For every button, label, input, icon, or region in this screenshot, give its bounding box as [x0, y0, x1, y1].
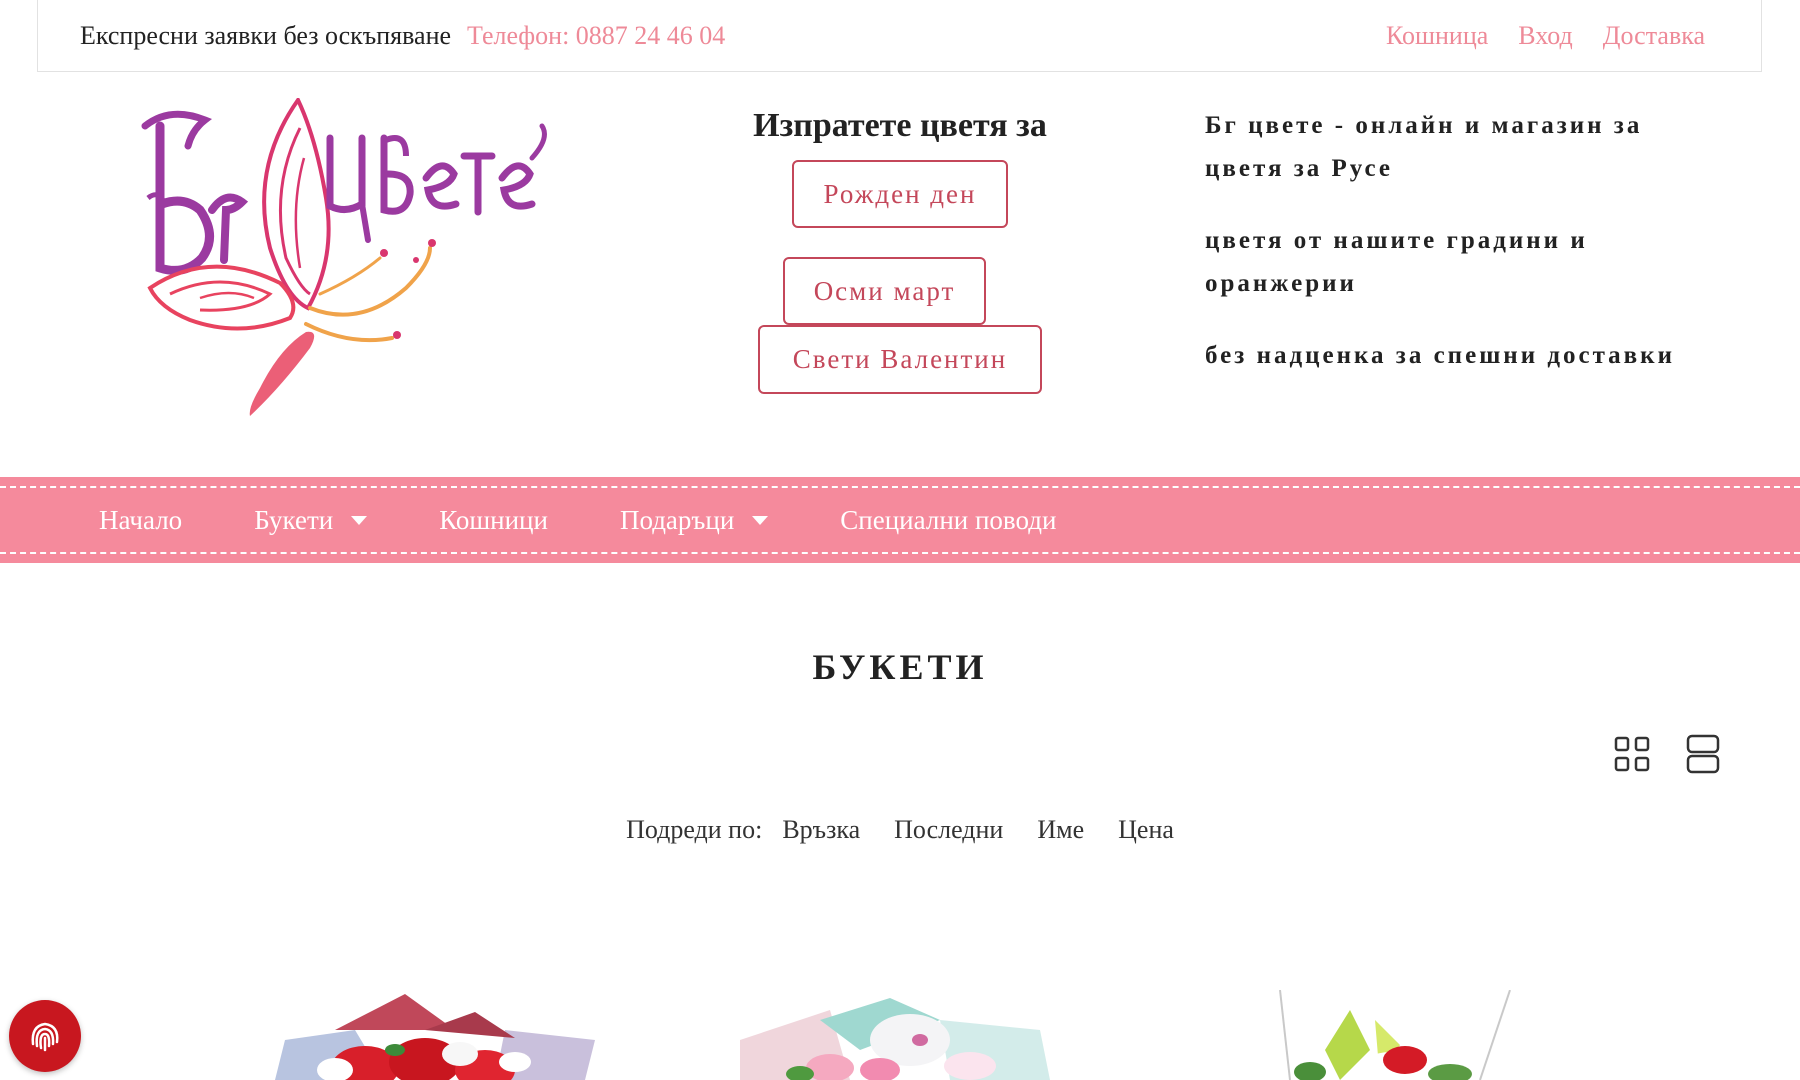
fingerprint-icon[interactable] — [9, 1000, 81, 1072]
nav-bouquets[interactable]: Букети — [254, 504, 368, 536]
top-bar: Експресни заявки без оскъпяване Телефон:… — [37, 0, 1762, 72]
nav-special-label: Специални поводи — [840, 504, 1057, 535]
login-link[interactable]: Вход — [1518, 21, 1573, 51]
nav-special[interactable]: Специални поводи — [840, 505, 1056, 536]
list-view-icon[interactable] — [1686, 734, 1720, 774]
product-image[interactable] — [1150, 990, 1590, 1080]
phone-number[interactable]: Телефон: 0887 24 46 04 — [467, 21, 725, 51]
valentine-button[interactable]: Свети Валентин — [758, 325, 1042, 394]
occasions-title: Изпратете цветя за — [753, 107, 1047, 144]
chevron-down-icon — [752, 515, 769, 525]
nav-baskets-label: Кошници — [439, 504, 548, 535]
product-image[interactable] — [740, 990, 1060, 1080]
main-nav: Начало Букети Кошници Подаръци Специални… — [0, 477, 1800, 563]
cart-link[interactable]: Кошница — [1386, 21, 1488, 51]
nav-gifts-label: Подаръци — [619, 504, 735, 535]
promo-line: Бг цвете - онлайн и магазин за цветя за … — [1205, 112, 1643, 182]
product-image[interactable] — [275, 990, 595, 1080]
sort-label: Подреди по: — [626, 815, 763, 844]
nav-bouquets-label: Букети — [254, 504, 334, 535]
sort-relation[interactable]: Връзка — [782, 815, 860, 845]
birthday-button[interactable]: Рожден ден — [792, 160, 1008, 228]
top-bar-left: Експресни заявки без оскъпяване Телефон:… — [80, 21, 725, 51]
promo-text: Бг цвете - онлайн и магазин за цветя за … — [1205, 104, 1705, 406]
march8-button[interactable]: Осми март — [783, 257, 986, 325]
nav-home[interactable]: Начало — [99, 505, 182, 536]
nav-gifts[interactable]: Подаръци — [619, 504, 769, 536]
promo-line: без надценка за спешни доставки — [1205, 342, 1675, 369]
delivery-link[interactable]: Доставка — [1603, 21, 1705, 51]
nav-baskets[interactable]: Кошници — [439, 505, 548, 536]
logo-graphic — [141, 96, 547, 416]
grid-view-icon[interactable] — [1614, 736, 1650, 772]
promo-line: цветя от нашите градини и оранжерии — [1205, 227, 1588, 297]
tagline: Експресни заявки без оскъпяване — [80, 20, 452, 50]
top-links: Кошница Вход Доставка — [1386, 21, 1705, 51]
site-logo[interactable] — [130, 96, 560, 423]
sort-name[interactable]: Име — [1037, 815, 1084, 845]
nav-home-label: Начало — [99, 504, 183, 535]
sort-latest[interactable]: Последни — [894, 815, 1003, 845]
nav-items: Начало Букети Кошници Подаръци Специални… — [99, 477, 1056, 563]
sort-bar: Подреди по: Връзка Последни Име Цена — [0, 815, 1800, 845]
page-title: БУКЕТИ — [812, 647, 988, 687]
chevron-down-icon — [351, 515, 368, 525]
occasions-block: Изпратете цветя за — [700, 100, 1100, 152]
sort-price[interactable]: Цена — [1118, 815, 1174, 845]
